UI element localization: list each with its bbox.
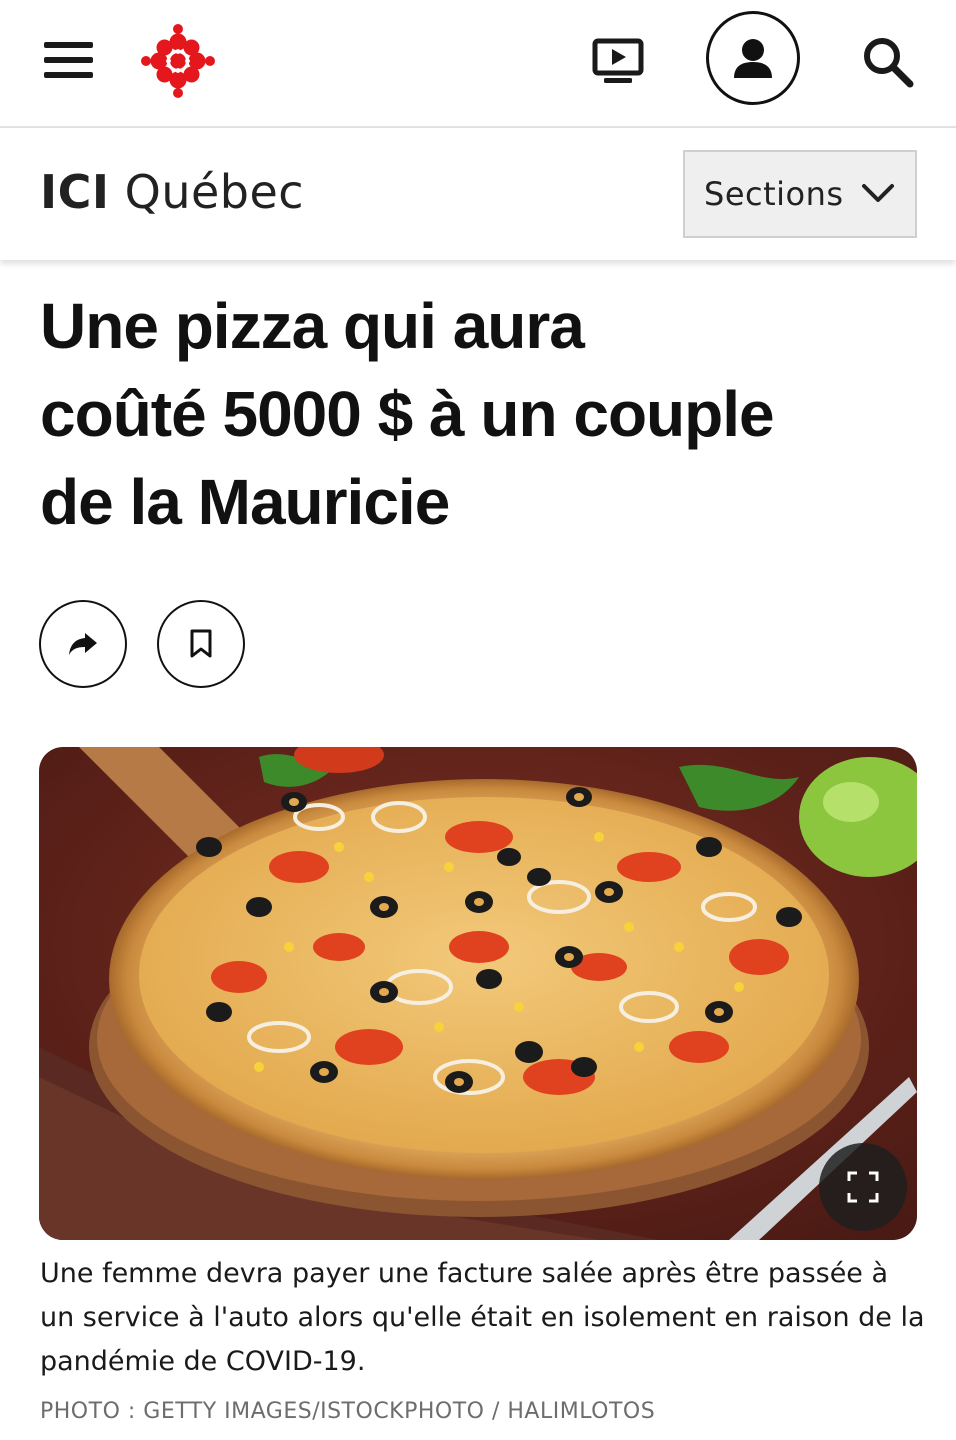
pizza-image	[39, 747, 917, 1240]
account-button[interactable]	[706, 11, 800, 105]
photo-credit: PHOTO : GETTY IMAGES/ISTOCKPHOTO / HALIM…	[40, 1399, 656, 1424]
article-photo[interactable]	[39, 747, 917, 1240]
share-button[interactable]	[39, 600, 127, 688]
bookmark-icon	[190, 629, 212, 658]
sections-label: Sections	[704, 175, 844, 213]
photo-caption: Une femme devra payer une facture salée …	[40, 1258, 925, 1377]
chevron-down-icon	[862, 184, 894, 202]
article-headline: Une pizza qui aura coûté 5000 $ à un cou…	[40, 282, 920, 546]
fullscreen-button[interactable]	[819, 1143, 907, 1231]
sections-dropdown-button[interactable]: Sections	[683, 150, 917, 238]
headline-line: de la Mauricie	[40, 466, 450, 538]
tv-play-icon[interactable]	[592, 38, 644, 84]
user-icon	[734, 39, 772, 78]
brand-ici: ICI	[40, 165, 110, 219]
radio-canada-logo[interactable]	[141, 24, 215, 98]
headline-line: Une pizza qui aura	[40, 290, 585, 362]
region-brand-link[interactable]: ICI Québec	[40, 162, 304, 222]
fullscreen-icon	[847, 1171, 879, 1203]
brand-region: Québec	[124, 165, 305, 219]
share-arrow-icon	[69, 633, 97, 655]
headline-line: coûté 5000 $ à un couple	[40, 378, 775, 450]
search-icon[interactable]	[862, 36, 914, 88]
top-navigation-bar	[0, 0, 956, 128]
bookmark-button[interactable]	[157, 600, 245, 688]
hamburger-icon[interactable]	[44, 42, 94, 80]
